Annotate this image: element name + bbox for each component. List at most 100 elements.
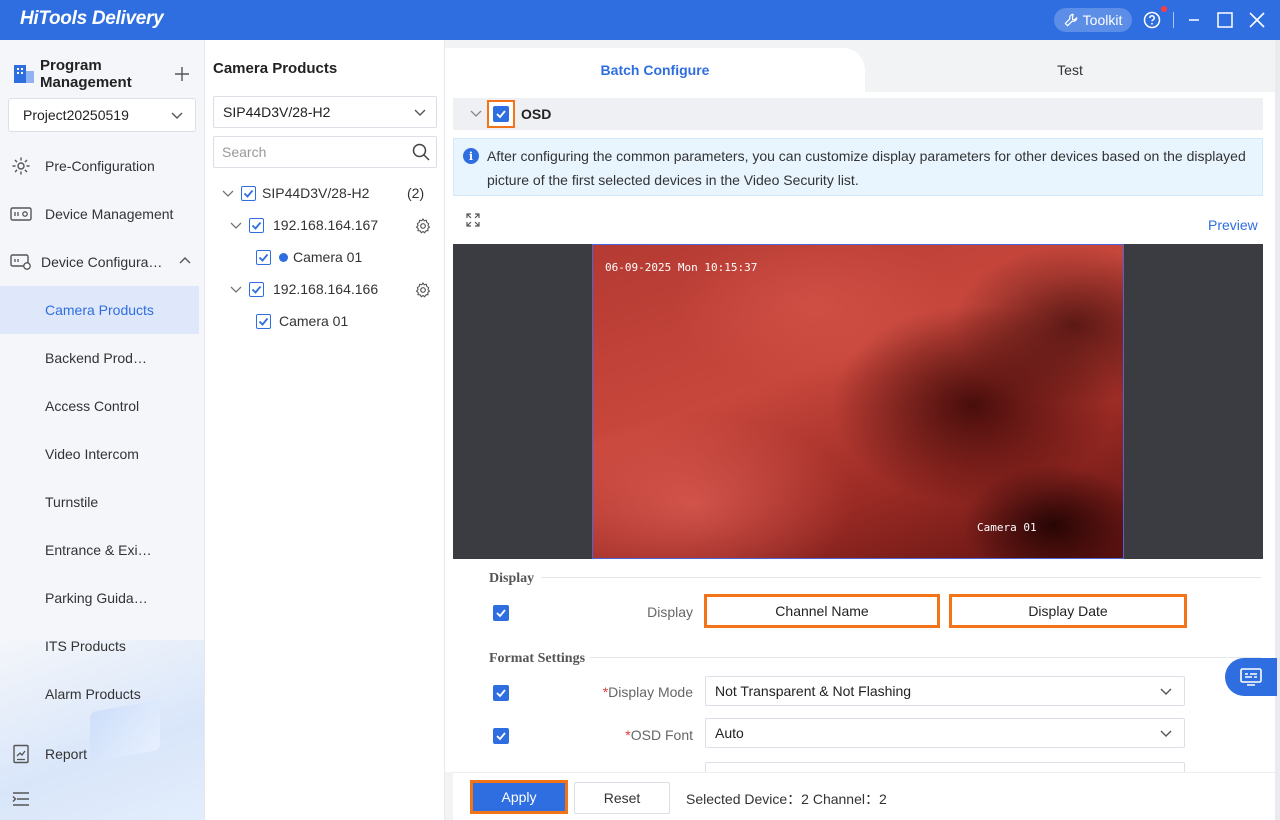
tree-camera-1[interactable]: Camera 01	[256, 249, 362, 265]
camera-products-panel: Camera Products SIP44D3V/28-H2 SIP44D3V/…	[205, 40, 445, 820]
device-checkbox[interactable]	[249, 281, 264, 297]
nav-entrance-exit[interactable]: Entrance & Exi…	[0, 526, 199, 574]
collapse-menu-icon[interactable]	[12, 791, 30, 807]
project-select-value: Project20250519	[23, 107, 129, 123]
nav-pre-configuration[interactable]: Pre-Configuration	[0, 142, 199, 190]
nav-label: Pre-Configuration	[45, 158, 155, 174]
toolkit-button[interactable]: Toolkit	[1054, 8, 1132, 32]
selection-status: Selected Device：2 Channel：2	[686, 791, 887, 807]
nav-label: Alarm Products	[45, 686, 141, 702]
chevron-down-icon[interactable]	[469, 106, 483, 120]
reset-button[interactable]: Reset	[574, 782, 670, 814]
chevron-down-icon	[1160, 688, 1172, 695]
toolkit-label: Toolkit	[1082, 12, 1123, 28]
nav-alarm-products[interactable]: Alarm Products	[0, 670, 199, 718]
osd-font-select[interactable]: Auto	[705, 718, 1185, 748]
nav-label: Turnstile	[45, 494, 99, 510]
nav-label: Device Management	[45, 206, 174, 222]
window-edge	[1275, 40, 1280, 820]
nav-camera-products[interactable]: Camera Products	[0, 286, 199, 334]
apply-button[interactable]: Apply	[473, 783, 565, 811]
online-status-dot	[279, 252, 288, 262]
model-select[interactable]: SIP44D3V/28-H2	[213, 96, 437, 128]
info-icon: i	[463, 148, 479, 164]
left-sidebar: Program Management Project20250519 Pre-C…	[0, 40, 205, 820]
channel-name-button[interactable]: Channel Name	[704, 594, 940, 628]
camera-label: Camera 01	[293, 249, 363, 265]
minimize-icon[interactable]	[1184, 10, 1204, 30]
next-field-select[interactable]	[705, 762, 1185, 772]
nav-parking-guidance[interactable]: Parking Guida…	[0, 574, 199, 622]
display-mode-checkbox[interactable]	[493, 685, 509, 701]
osd-channel-name[interactable]: Camera 01	[977, 521, 1037, 534]
nav-backend-products[interactable]: Backend Prod…	[0, 334, 199, 382]
tree-device-1[interactable]: 192.168.164.167	[229, 217, 378, 233]
nav-device-management[interactable]: Device Management	[0, 190, 199, 238]
device-ip: 192.168.164.167	[273, 217, 379, 233]
display-mode-value: Not Transparent & Not Flashing	[715, 683, 912, 699]
device-checkbox[interactable]	[249, 217, 264, 233]
nav-access-control[interactable]: Access Control	[0, 382, 199, 430]
main-content: Batch Configure Test OSD i After configu…	[445, 40, 1280, 820]
chevron-down-icon	[1160, 730, 1172, 737]
root-count: (2)	[407, 185, 425, 201]
chevron-down-icon	[230, 222, 242, 229]
wrench-icon	[1064, 13, 1077, 27]
nav-device-configuration[interactable]: Device Configura…	[0, 238, 199, 286]
camera-checkbox[interactable]	[256, 313, 271, 329]
floating-assistant-button[interactable]	[1225, 658, 1277, 696]
nav-turnstile[interactable]: Turnstile	[0, 478, 199, 526]
nav-video-intercom[interactable]: Video Intercom	[0, 430, 199, 478]
title-bar: HiTools Delivery Toolkit	[0, 0, 1280, 40]
display-date-button[interactable]: Display Date	[949, 594, 1187, 628]
osd-label: OSD	[521, 106, 552, 122]
device-icon	[10, 203, 32, 225]
close-icon[interactable]	[1247, 10, 1267, 30]
display-mode-select[interactable]: Not Transparent & Not Flashing	[705, 676, 1185, 706]
osd-checkbox[interactable]	[487, 100, 515, 128]
nav-report[interactable]: Report	[0, 730, 199, 778]
device-search	[213, 136, 437, 168]
nav-label: Parking Guida…	[45, 590, 148, 606]
nav-label: Video Intercom	[45, 446, 139, 462]
section-divider	[590, 657, 1261, 658]
section-divider	[541, 577, 1261, 578]
display-checkbox[interactable]	[493, 605, 509, 621]
nav-its-products[interactable]: ITS Products	[0, 622, 199, 670]
search-icon[interactable]	[411, 142, 431, 162]
root-label: SIP44D3V/28-H2	[262, 185, 370, 201]
tab-batch-configure[interactable]: Batch Configure	[445, 48, 865, 92]
project-select[interactable]: Project20250519	[8, 98, 196, 132]
nav-label: Entrance & Exi…	[45, 542, 152, 558]
info-text: After configuring the common parameters,…	[487, 148, 1246, 188]
gear-cog-icon	[10, 155, 32, 177]
nav-label: Camera Products	[45, 302, 154, 318]
osd-timestamp[interactable]: 06-09-2025 Mon 10:15:37	[605, 261, 757, 274]
video-preview: 06-09-2025 Mon 10:15:37 Camera 01	[453, 244, 1263, 559]
osd-font-checkbox[interactable]	[493, 728, 509, 744]
chevron-up-icon	[179, 257, 191, 264]
device-ip: 192.168.164.166	[273, 281, 379, 297]
settings-gear-icon[interactable]	[415, 218, 431, 234]
tab-test[interactable]: Test	[865, 48, 1275, 92]
settings-gear-icon[interactable]	[415, 282, 431, 298]
nav-label: Report	[45, 746, 88, 762]
search-input[interactable]	[214, 137, 394, 167]
batch-configure-panel: OSD i After configuring the common param…	[445, 92, 1275, 772]
tree-root[interactable]: SIP44D3V/28-H2	[221, 185, 369, 201]
video-frame[interactable]: 06-09-2025 Mon 10:15:37 Camera 01	[592, 244, 1124, 559]
format-section-title: Format Settings	[489, 651, 586, 666]
tree-device-2[interactable]: 192.168.164.166	[229, 281, 378, 297]
help-icon[interactable]	[1142, 10, 1162, 30]
display-mode-label-text: Display Mode	[608, 684, 693, 700]
maximize-icon[interactable]	[1215, 10, 1235, 30]
tree-camera-2[interactable]: Camera 01	[256, 313, 348, 329]
report-icon	[10, 743, 32, 765]
preview-link[interactable]: Preview	[1208, 217, 1258, 233]
osd-section-header[interactable]: OSD	[453, 98, 1263, 130]
fullscreen-icon[interactable]	[465, 212, 481, 228]
add-project-icon[interactable]	[174, 66, 190, 82]
camera-checkbox[interactable]	[256, 249, 271, 265]
root-checkbox[interactable]	[241, 185, 256, 201]
display-section-title: Display	[489, 571, 535, 586]
